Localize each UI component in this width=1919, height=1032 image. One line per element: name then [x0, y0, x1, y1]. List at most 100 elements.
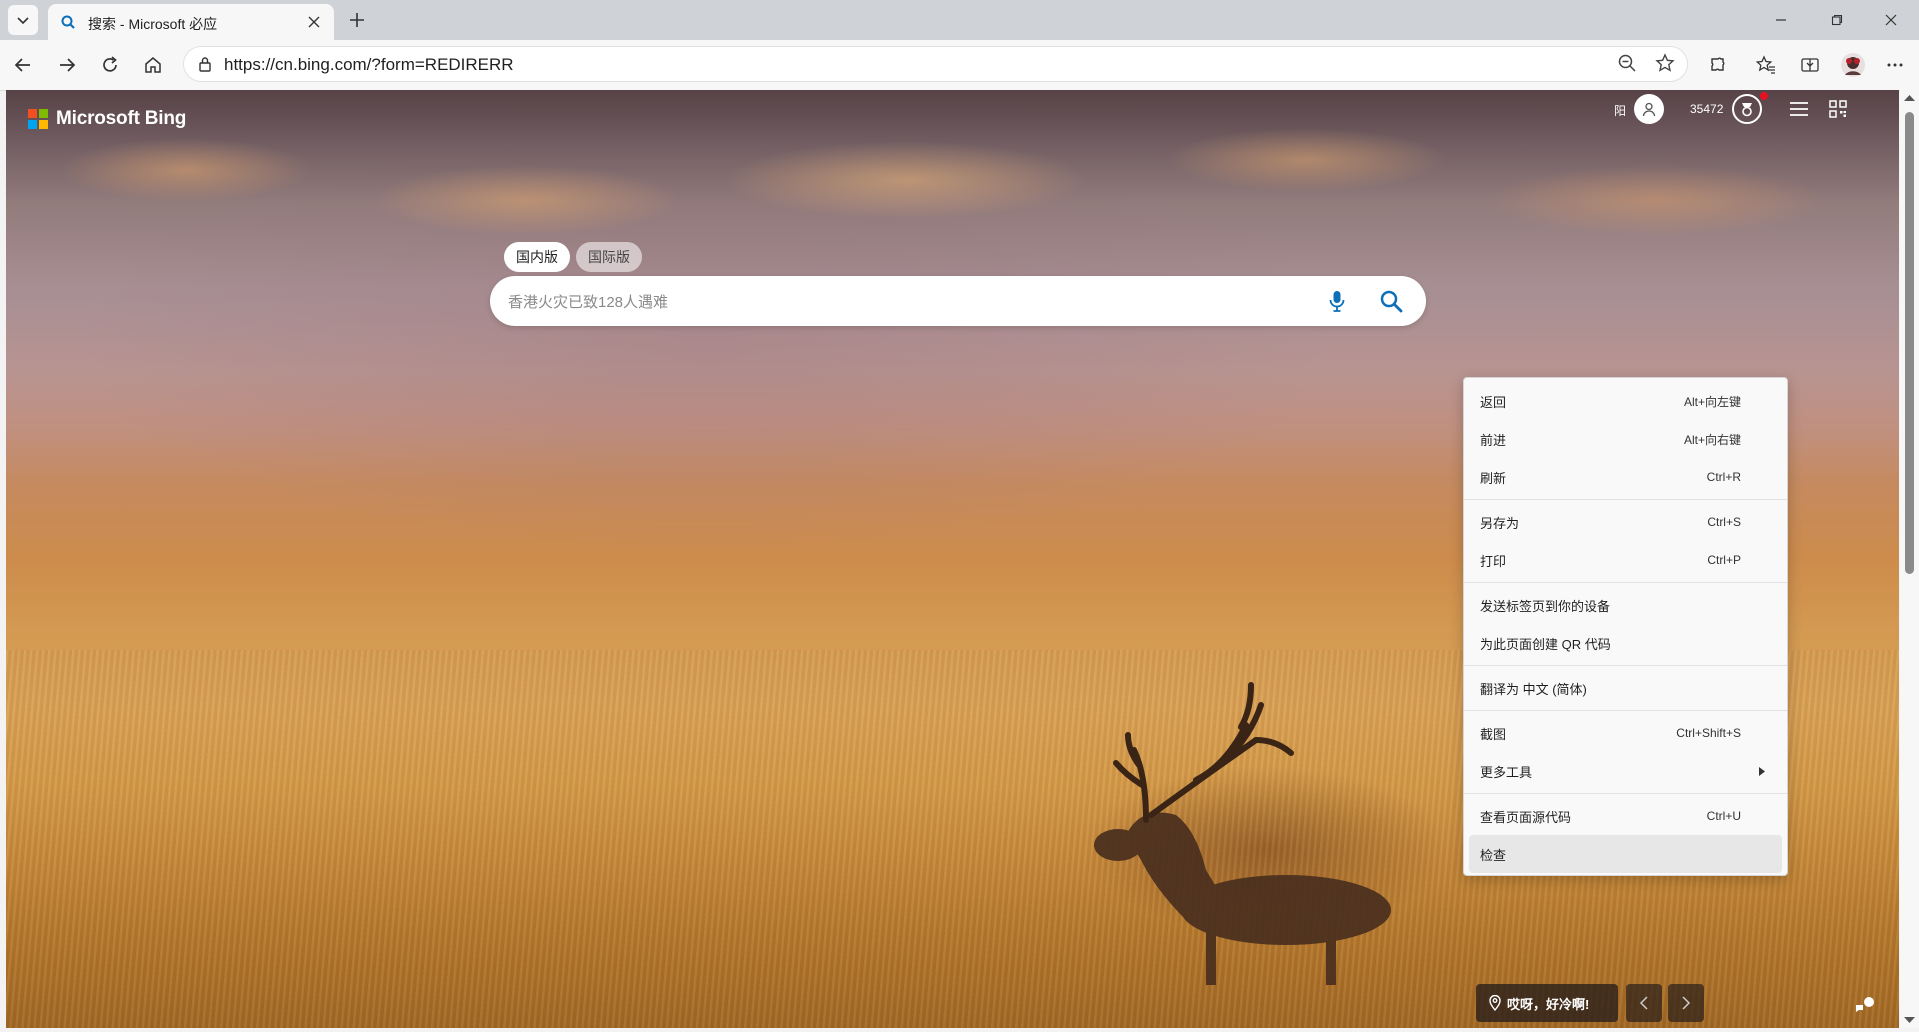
- address-bar[interactable]: https://cn.bing.com/?form=REDIRERR: [183, 46, 1688, 82]
- menu-separator: [1464, 582, 1787, 583]
- menu-item-create-qr[interactable]: 为此页面创建 QR 代码: [1469, 624, 1782, 662]
- search-button[interactable]: [1374, 284, 1408, 318]
- back-button[interactable]: [8, 50, 38, 80]
- profile-button[interactable]: [1838, 50, 1868, 80]
- menu-separator: [1464, 793, 1787, 794]
- search-scope-tabs: 国内版 国际版: [504, 242, 642, 272]
- weather-text: 哎呀，好冷啊!: [1507, 996, 1590, 1012]
- menu-item-view-source[interactable]: 查看页面源代码 Ctrl+U: [1469, 797, 1782, 835]
- extensions-button[interactable]: [1703, 50, 1733, 80]
- bing-logo-text: Microsoft Bing: [56, 108, 187, 129]
- home-button[interactable]: [138, 50, 168, 80]
- menu-item-refresh[interactable]: 刷新 Ctrl+R: [1469, 458, 1782, 496]
- tab-actions-icon: [17, 17, 29, 25]
- menu-item-label: 另存为: [1480, 515, 1520, 531]
- bing-logo[interactable]: Microsoft Bing: [28, 108, 186, 130]
- favorites-icon: [1756, 55, 1775, 74]
- profile-avatar: [1841, 53, 1865, 77]
- menu-item-screenshot[interactable]: 截图 Ctrl+Shift+S: [1469, 714, 1782, 752]
- plus-icon: [350, 13, 364, 27]
- page-scrollbar[interactable]: [1900, 90, 1919, 1028]
- next-image-button[interactable]: [1668, 984, 1704, 1022]
- new-tab-button[interactable]: [344, 7, 370, 33]
- menu-item-label: 发送标签页到你的设备: [1480, 598, 1611, 614]
- url-text[interactable]: https://cn.bing.com/?form=REDIRERR: [224, 55, 514, 75]
- forward-button[interactable]: [52, 50, 82, 80]
- minimize-button[interactable]: [1753, 0, 1809, 40]
- scroll-up-icon[interactable]: [1904, 94, 1915, 102]
- menu-item-shortcut: Ctrl+P: [1707, 553, 1741, 567]
- favorites-button[interactable]: [1751, 50, 1781, 80]
- maximize-icon: [1831, 14, 1843, 26]
- chevron-right-icon: [1682, 996, 1691, 1010]
- menu-item-send-tab[interactable]: 发送标签页到你的设备: [1469, 586, 1782, 624]
- menu-button[interactable]: [1789, 100, 1809, 123]
- search-box: [490, 276, 1426, 326]
- microphone-icon: [1329, 291, 1345, 312]
- zoom-out-icon: [1618, 54, 1636, 72]
- rewards-icon: [1742, 103, 1752, 117]
- menu-separator: [1464, 499, 1787, 500]
- microsoft-logo-icon: [28, 109, 48, 129]
- star-icon: [1655, 53, 1675, 72]
- menu-item-label: 更多工具: [1480, 764, 1533, 780]
- menu-item-label: 打印: [1480, 553, 1507, 569]
- browser-tab[interactable]: 搜索 - Microsoft 必应: [48, 4, 334, 40]
- menu-item-inspect[interactable]: 检查: [1469, 835, 1782, 873]
- menu-item-shortcut: Ctrl+S: [1707, 515, 1741, 529]
- home-icon: [145, 57, 161, 73]
- menu-item-more-tools[interactable]: 更多工具: [1469, 752, 1782, 790]
- feedback-button[interactable]: [1854, 996, 1876, 1021]
- add-favorite-button[interactable]: [1655, 53, 1675, 78]
- bing-favicon: [61, 15, 75, 29]
- refresh-icon: [103, 56, 117, 72]
- feedback-icon: [1856, 997, 1874, 1012]
- lock-icon[interactable]: [198, 56, 212, 72]
- menu-item-print[interactable]: 打印 Ctrl+P: [1469, 541, 1782, 579]
- menu-item-label: 刷新: [1480, 470, 1507, 486]
- menu-item-label: 检查: [1480, 847, 1507, 863]
- weather-widget[interactable]: 哎呀，好冷啊!: [1476, 984, 1618, 1022]
- split-screen-button[interactable]: [1795, 50, 1825, 80]
- menu-item-shortcut: Alt+向右键: [1683, 432, 1741, 447]
- refresh-button[interactable]: [95, 50, 125, 80]
- search-input[interactable]: [506, 286, 1330, 318]
- rewards-button[interactable]: [1732, 94, 1762, 124]
- scope-tab-domestic[interactable]: 国内版: [504, 242, 570, 272]
- context-menu: 返回 Alt+向左键 前进 Alt+向右键 刷新 Ctrl+R 另存为 Ctrl…: [1463, 377, 1788, 876]
- more-icon: [1887, 63, 1903, 67]
- tab-close-button[interactable]: [304, 12, 324, 32]
- search-icon: [1380, 290, 1403, 313]
- qr-code-button[interactable]: [1829, 100, 1847, 123]
- rewards-notification-badge: [1760, 92, 1768, 100]
- menu-item-translate[interactable]: 翻译为 中文 (简体): [1469, 669, 1782, 707]
- close-window-button[interactable]: [1863, 0, 1919, 40]
- tab-actions-button[interactable]: [8, 5, 38, 35]
- tab-title: 搜索 - Microsoft 必应: [88, 16, 218, 32]
- voice-search-button[interactable]: [1322, 286, 1352, 316]
- maximize-button[interactable]: [1809, 0, 1865, 40]
- menu-item-label: 查看页面源代码: [1480, 809, 1572, 825]
- scope-tab-international[interactable]: 国际版: [576, 242, 642, 272]
- menu-separator: [1464, 665, 1787, 666]
- menu-item-forward[interactable]: 前进 Alt+向右键: [1469, 420, 1782, 458]
- zoom-button[interactable]: [1617, 53, 1637, 78]
- settings-more-button[interactable]: [1880, 50, 1910, 80]
- scrollbar-thumb[interactable]: [1905, 112, 1914, 574]
- menu-item-label: 翻译为 中文 (简体): [1480, 681, 1587, 697]
- rewards-points[interactable]: 35472: [1690, 102, 1723, 116]
- qr-code-icon: [1829, 100, 1847, 118]
- menu-item-save-as[interactable]: 另存为 Ctrl+S: [1469, 503, 1782, 541]
- hamburger-icon: [1790, 102, 1808, 116]
- forward-icon: [60, 58, 76, 72]
- close-icon: [308, 16, 320, 28]
- browser-toolbar: https://cn.bing.com/?form=REDIRERR: [0, 40, 1919, 91]
- menu-item-back[interactable]: 返回 Alt+向左键: [1469, 382, 1782, 420]
- user-name[interactable]: 阳: [1614, 102, 1626, 119]
- bing-homepage: Microsoft Bing 阳 35472 国内版 国际版 哎呀，好冷啊!: [6, 90, 1899, 1028]
- menu-item-label: 前进: [1480, 432, 1507, 448]
- user-avatar-button[interactable]: [1634, 94, 1664, 124]
- scroll-down-icon[interactable]: [1904, 1016, 1915, 1024]
- previous-image-button[interactable]: [1626, 984, 1662, 1022]
- extensions-icon: [1711, 57, 1725, 71]
